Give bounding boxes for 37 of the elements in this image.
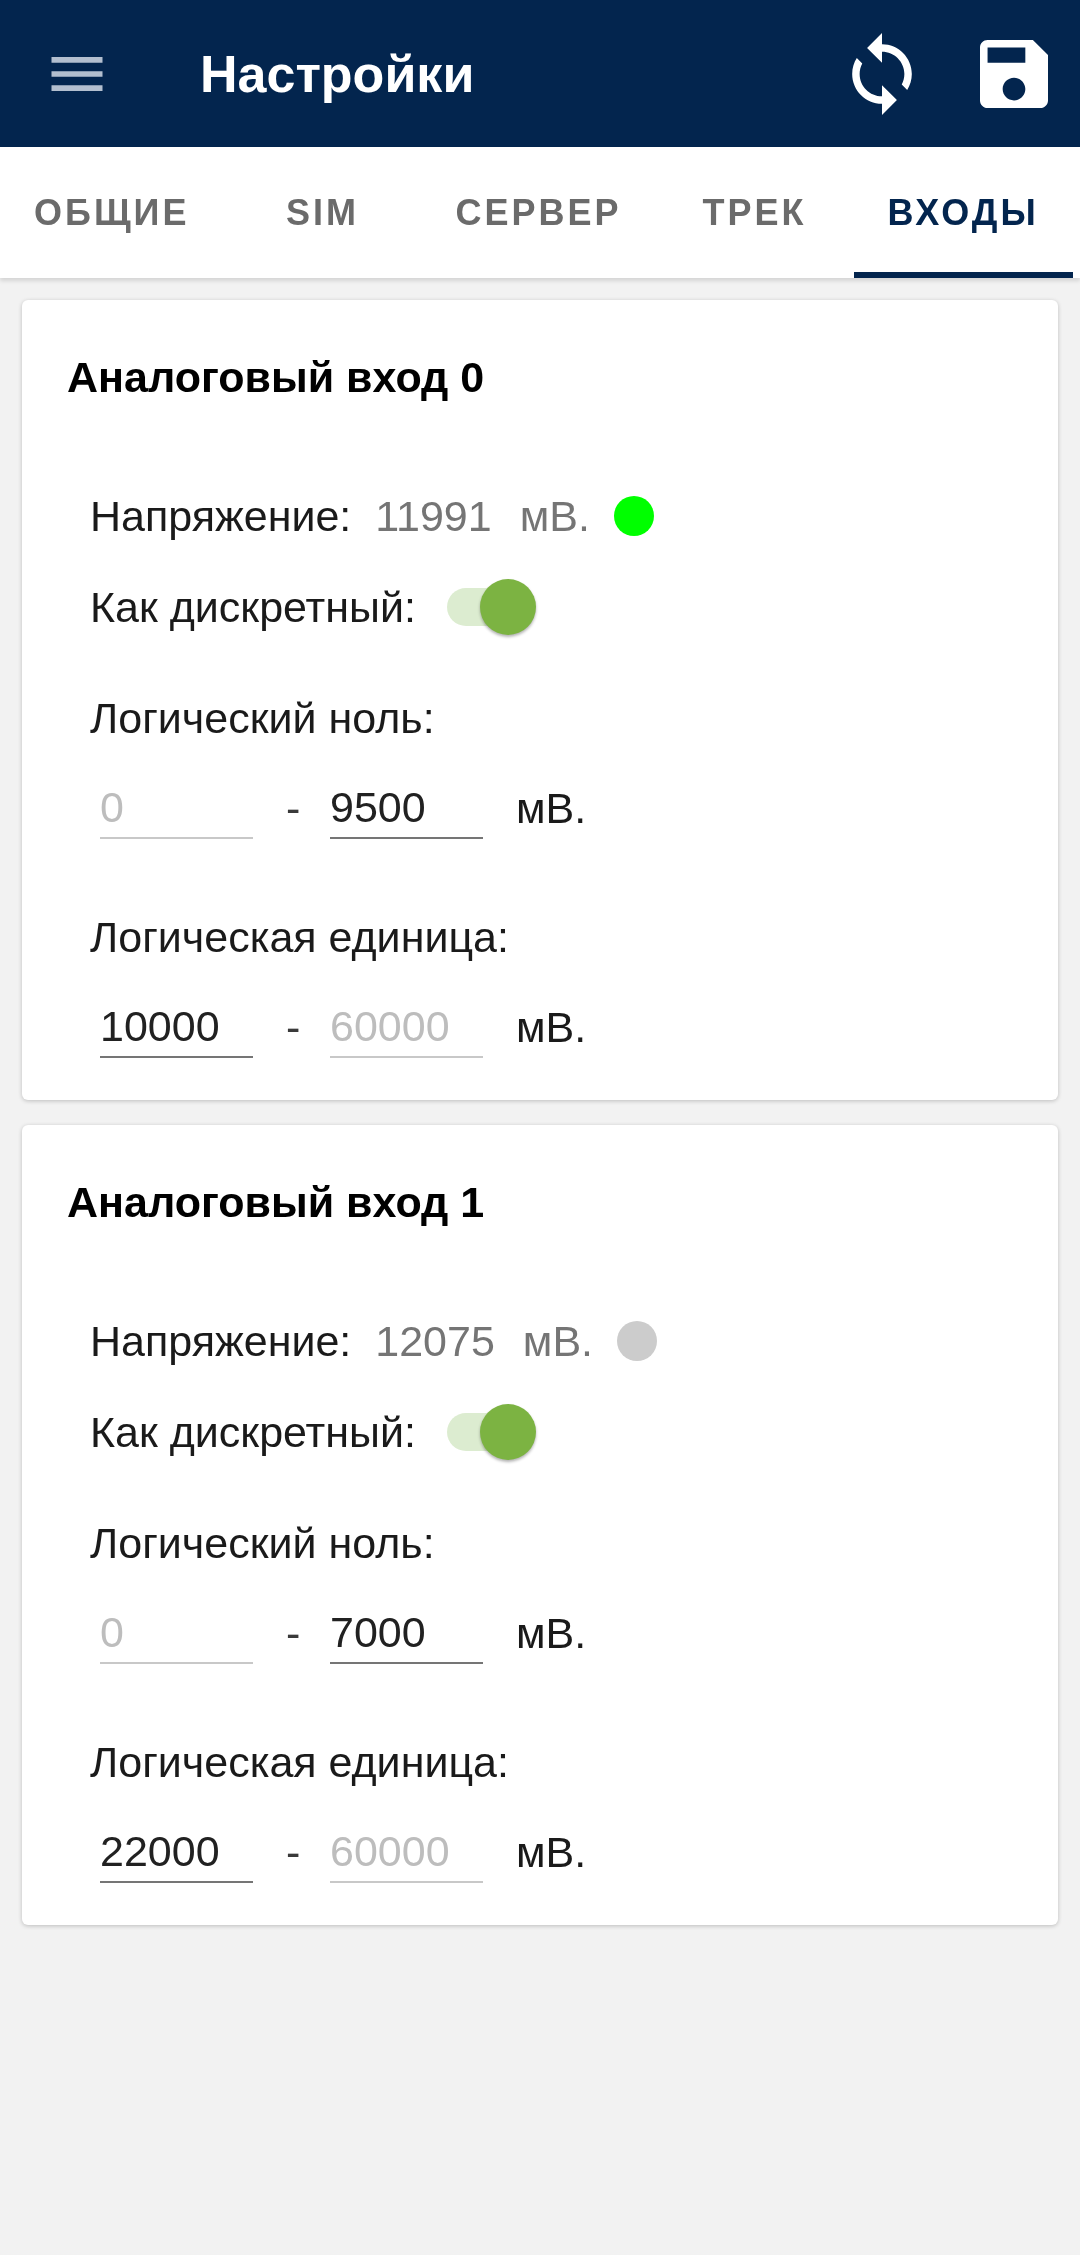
input-field[interactable]: 9500 (330, 778, 483, 839)
voltage-value: 11991 (375, 491, 492, 541)
range-separator: - (286, 1828, 297, 1877)
voltage-unit: мВ. (519, 491, 590, 541)
range-separator: - (286, 1003, 297, 1052)
save-icon[interactable] (980, 39, 1048, 108)
input-field[interactable]: 10000 (100, 997, 253, 1058)
tab[interactable]: ВХОДЫ (853, 147, 1073, 278)
range-label: Логический ноль: (90, 693, 436, 744)
sync-icon[interactable] (852, 32, 912, 115)
tab[interactable]: ТРЕК (655, 147, 854, 278)
app-title: Настройки (200, 43, 476, 104)
range-unit: мВ. (516, 784, 587, 833)
card-title: Аналоговый вход 0 (67, 352, 486, 403)
range-label: Логическая единица: (90, 1737, 510, 1788)
menu-icon[interactable] (51, 56, 103, 91)
toggle-switch[interactable] (446, 1404, 537, 1460)
card-title: Аналоговый вход 1 (67, 1177, 486, 1228)
range-separator: - (286, 1609, 297, 1658)
voltage-label: Напряжение: (90, 491, 352, 541)
voltage-value: 12075 (375, 1316, 495, 1366)
range-unit: мВ. (516, 1609, 587, 1658)
voltage-unit: мВ. (522, 1316, 594, 1366)
input-field[interactable]: 7000 (330, 1603, 483, 1664)
tab[interactable]: ОБЩИЕ (0, 147, 224, 278)
tab[interactable]: СЕРВЕР (421, 147, 656, 278)
range-separator: - (286, 784, 297, 833)
range-unit: мВ. (516, 1003, 587, 1052)
range-label: Логический ноль: (90, 1518, 436, 1569)
input-field[interactable]: 22000 (100, 1822, 253, 1883)
tab[interactable]: SIM (223, 147, 422, 278)
toggle-switch[interactable] (446, 579, 537, 635)
range-label: Логическая единица: (90, 912, 510, 963)
discrete-label: Как дискретный: (90, 582, 416, 632)
voltage-label: Напряжение: (90, 1316, 352, 1366)
discrete-label: Как дискретный: (90, 1407, 416, 1457)
range-unit: мВ. (516, 1828, 587, 1877)
